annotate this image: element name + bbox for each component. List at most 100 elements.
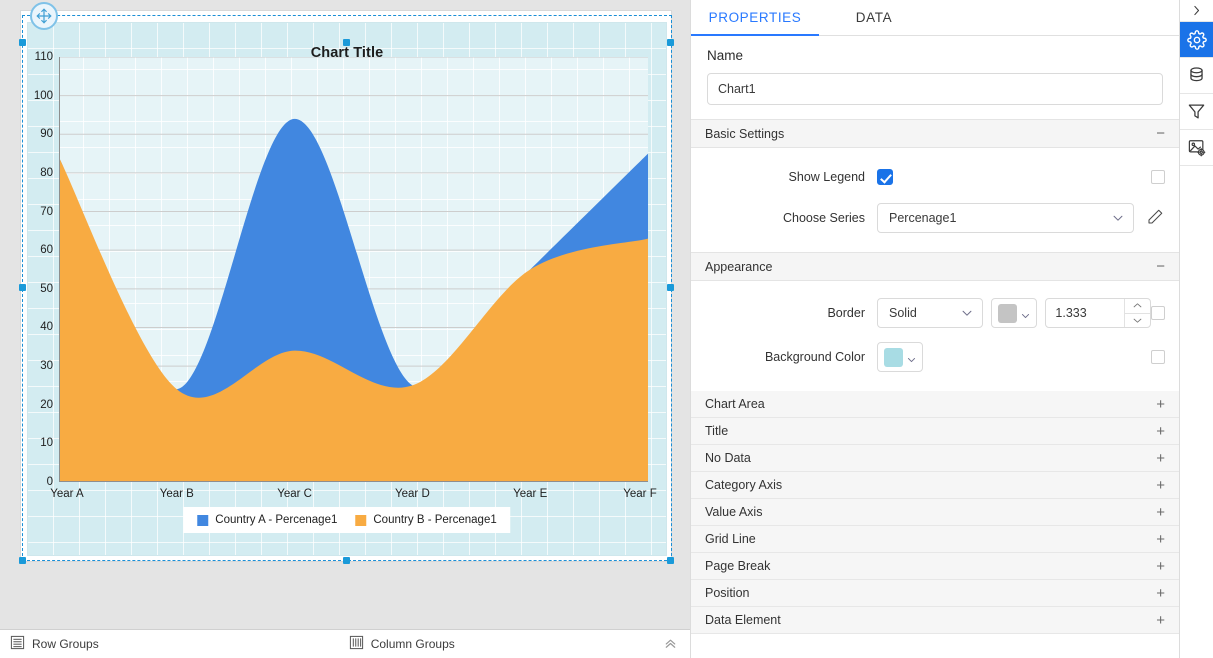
expand-toggle[interactable]: +	[1156, 532, 1165, 547]
expand-toggle[interactable]: +	[1156, 451, 1165, 466]
show-legend-label: Show Legend	[788, 170, 865, 184]
filter-funnel-icon[interactable]	[1180, 94, 1213, 130]
properties-pane: PROPERTIES DATA Name Basic Settings − Sh…	[690, 0, 1213, 658]
column-groups-button[interactable]: Column Groups	[349, 635, 455, 653]
border-style-select[interactable]: Solid	[877, 298, 984, 328]
background-color-expression-checkbox[interactable]	[1151, 350, 1165, 364]
double-chevron-up-icon[interactable]	[663, 636, 678, 653]
border-color-swatch	[998, 303, 1018, 323]
section-header-category-axis[interactable]: Category Axis +	[691, 472, 1179, 499]
choose-series-select[interactable]: Percenage1	[877, 203, 1134, 233]
chart-series-svg	[59, 57, 648, 482]
background-color-swatch	[884, 347, 903, 367]
expand-toggle[interactable]: +	[1156, 559, 1165, 574]
value-axis-tick-label: 110	[34, 51, 53, 63]
section-label: Grid Line	[705, 532, 756, 546]
collapse-toggle-appearance[interactable]: −	[1156, 259, 1165, 274]
section-header-value-axis[interactable]: Value Axis +	[691, 499, 1179, 526]
selection-handle-top-left[interactable]	[19, 39, 26, 46]
expand-toggle[interactable]: +	[1156, 613, 1165, 628]
column-groups-label: Column Groups	[370, 637, 455, 651]
category-axis-line	[59, 481, 648, 482]
section-label: Position	[705, 586, 750, 600]
section-header-grid-line[interactable]: Grid Line +	[691, 526, 1179, 553]
design-canvas-pane: Chart Title 0 10 20 30 40 50 60 70 80 90 100 110 Ye…	[0, 0, 690, 658]
move-4way-icon[interactable]	[30, 2, 58, 30]
chevron-right-icon[interactable]	[1180, 0, 1213, 22]
app-root: Chart Title 0 10 20 30 40 50 60 70 80 90 100 110 Ye…	[0, 0, 1213, 658]
choose-series-label: Choose Series	[783, 211, 865, 225]
category-axis-tick-label: Year E	[513, 488, 548, 500]
category-axis-tick-label: Year D	[395, 488, 430, 500]
section-label: Title	[705, 424, 729, 438]
expand-toggle[interactable]: +	[1156, 505, 1165, 520]
value-axis-tick-label: 70	[40, 205, 53, 218]
spin-down-icon[interactable]	[1125, 312, 1150, 328]
chevron-down-icon	[906, 352, 917, 363]
chart-name-input[interactable]	[707, 73, 1163, 105]
section-label: Chart Area	[705, 397, 765, 411]
status-bar: Row Groups Column Groups	[0, 629, 690, 658]
spin-up-icon[interactable]	[1125, 299, 1150, 313]
selection-handle-bottom-left[interactable]	[19, 557, 26, 564]
legend-label: Country A - Percenage1	[215, 514, 338, 526]
legend-swatch	[355, 514, 367, 526]
row-groups-label: Row Groups	[32, 637, 99, 651]
category-axis-tick-label: Year B	[159, 488, 194, 500]
image-settings-icon[interactable]	[1180, 130, 1213, 166]
section-header-position[interactable]: Position +	[691, 580, 1179, 607]
selection-handle-top-center[interactable]	[343, 39, 350, 46]
section-label: Page Break	[705, 559, 771, 573]
row-groups-button[interactable]: Row Groups	[10, 635, 99, 653]
show-legend-expression-checkbox[interactable]	[1151, 170, 1165, 184]
category-axis-tick-label: Year A	[50, 488, 84, 500]
value-axis-tick-label: 50	[40, 282, 53, 295]
border-width-stepper[interactable]	[1045, 298, 1151, 328]
right-icon-rail	[1179, 0, 1213, 658]
value-axis-tick-label: 30	[40, 360, 53, 373]
section-header-appearance[interactable]: Appearance −	[691, 252, 1179, 281]
section-title-appearance: Appearance	[705, 259, 773, 274]
tab-data-label: DATA	[855, 10, 893, 25]
value-axis-tick-label: 80	[40, 166, 53, 179]
expand-toggle[interactable]: +	[1156, 478, 1165, 493]
section-header-title[interactable]: Title +	[691, 418, 1179, 445]
section-header-page-break[interactable]: Page Break +	[691, 553, 1179, 580]
border-color-picker[interactable]	[991, 298, 1038, 328]
pencil-icon[interactable]	[1146, 208, 1165, 228]
row-border: Border Solid	[691, 291, 1179, 335]
selection-handle-bottom-center[interactable]	[343, 557, 350, 564]
value-axis-tick-label: 40	[40, 321, 53, 334]
border-width-input[interactable]	[1046, 299, 1124, 327]
gear-icon[interactable]	[1180, 22, 1213, 58]
tab-properties[interactable]: PROPERTIES	[691, 0, 819, 36]
chevron-down-icon	[960, 306, 974, 320]
expand-toggle[interactable]: +	[1156, 586, 1165, 601]
section-header-data-element[interactable]: Data Element +	[691, 607, 1179, 634]
expand-toggle[interactable]: +	[1156, 424, 1165, 439]
selection-handle-top-right[interactable]	[667, 39, 674, 46]
chart-widget[interactable]: Chart Title 0 10 20 30 40 50 60 70 80 90 100 110 Ye…	[27, 22, 667, 556]
collapse-toggle-basic-settings[interactable]: −	[1156, 126, 1165, 141]
show-legend-checkbox[interactable]	[877, 169, 893, 185]
expand-toggle[interactable]: +	[1156, 397, 1165, 412]
legend-item[interactable]: Country A - Percenage1	[197, 514, 337, 526]
legend-label: Country B - Percenage1	[373, 514, 497, 526]
section-label: No Data	[705, 451, 751, 465]
selection-handle-middle-left[interactable]	[19, 284, 26, 291]
collapsed-sections-list: Chart Area + Title + No Data + Category Axis + V…	[691, 391, 1179, 634]
border-expression-checkbox[interactable]	[1151, 306, 1165, 320]
tab-data[interactable]: DATA	[819, 0, 929, 35]
background-color-label: Background Color	[764, 350, 865, 364]
section-header-no-data[interactable]: No Data +	[691, 445, 1179, 472]
section-body-appearance: Border Solid 1.333 Background Color	[691, 281, 1179, 391]
legend-item[interactable]: Country B - Percenage1	[355, 514, 497, 526]
section-header-chart-area[interactable]: Chart Area +	[691, 391, 1179, 418]
selection-handle-middle-right[interactable]	[667, 284, 674, 291]
row-groups-icon	[10, 635, 25, 653]
row-background-color: Background Color	[691, 335, 1179, 379]
section-header-basic-settings[interactable]: Basic Settings −	[691, 119, 1179, 148]
database-icon[interactable]	[1180, 58, 1213, 94]
background-color-picker[interactable]	[877, 342, 923, 372]
selection-handle-bottom-right[interactable]	[667, 557, 674, 564]
